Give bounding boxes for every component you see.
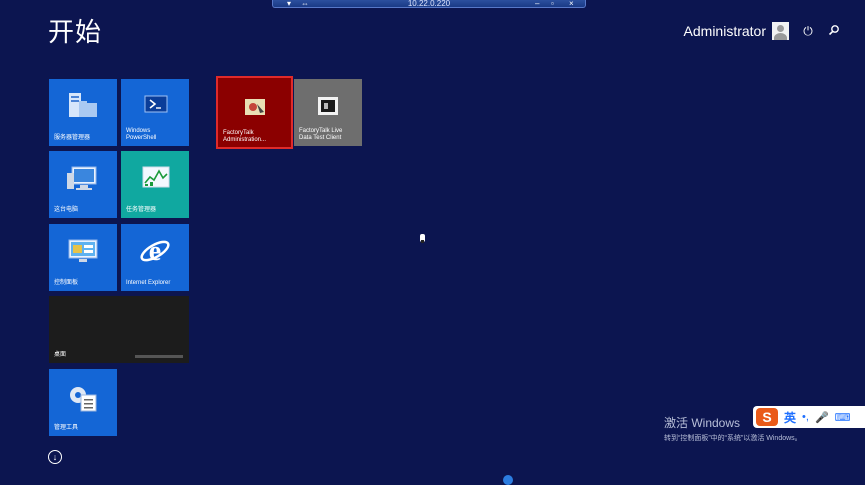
tile-label: 服务器管理器	[54, 135, 91, 141]
svg-text:e: e	[149, 236, 161, 267]
tile-label: 桌面	[54, 352, 67, 358]
tile-server-manager[interactable]: 服务器管理器	[49, 79, 117, 146]
ime-language-toggle[interactable]: 英	[784, 409, 796, 426]
desktop-taskbar-thumbnail	[135, 355, 183, 358]
tile-label: 这台电脑	[54, 207, 79, 213]
microphone-icon[interactable]: 🎤	[815, 411, 829, 424]
tile-label: 任务管理器	[126, 207, 157, 213]
all-apps-arrow-icon[interactable]: ↓	[48, 450, 62, 464]
mouse-cursor-icon	[420, 234, 425, 243]
server-manager-icon	[69, 93, 97, 117]
user-account[interactable]: Administrator	[684, 22, 789, 40]
activate-subtitle: 转到“控制面板”中的“系统”以激活 Windows。	[664, 435, 802, 442]
tile-control-panel[interactable]: 控制面板	[49, 224, 117, 291]
control-panel-icon	[68, 239, 98, 262]
tile-this-pc[interactable]: 这台电脑	[49, 151, 117, 218]
internet-explorer-icon: e	[140, 236, 170, 267]
power-icon[interactable]: ⏻	[801, 24, 815, 38]
tile-label: 控制面板	[54, 280, 79, 286]
tile-factorytalk-live-data[interactable]: FactoryTalk Live Data Test Client	[294, 79, 362, 146]
tile-internet-explorer[interactable]: e Internet Explorer	[121, 224, 189, 291]
computer-icon	[67, 166, 97, 190]
close-icon[interactable]: ×	[569, 0, 574, 8]
tile-factorytalk-administration[interactable]: FactoryTalk Administration...	[216, 76, 293, 149]
taskbar-indicator	[503, 475, 513, 485]
keyboard-icon[interactable]: ⌨	[835, 411, 851, 424]
ime-toolbar[interactable]: S 英 •, 🎤 ⌨	[753, 406, 865, 428]
tile-label: Windows PowerShell	[126, 128, 157, 141]
minimize-icon[interactable]: –	[535, 0, 539, 8]
factorytalk-live-icon	[318, 97, 338, 115]
search-icon[interactable]	[827, 24, 841, 38]
restore-icon[interactable]: ▫	[551, 0, 554, 8]
sogou-logo-icon[interactable]: S	[756, 408, 778, 426]
tile-label: Internet Explorer	[126, 280, 171, 286]
remote-desktop-bar[interactable]: ▾ ⇔ 10.22.0.220 – ▫ ×	[272, 0, 586, 8]
tile-administrative-tools[interactable]: 管理工具	[49, 369, 117, 436]
tile-label: 管理工具	[54, 425, 79, 431]
factorytalk-admin-icon	[245, 99, 265, 115]
punctuation-icon[interactable]: •,	[802, 411, 809, 423]
powershell-icon	[144, 95, 168, 113]
tile-task-manager[interactable]: 任务管理器	[121, 151, 189, 218]
avatar	[772, 22, 789, 40]
task-manager-icon	[142, 166, 170, 188]
user-name: Administrator	[683, 23, 766, 39]
tile-label: FactoryTalk Live Data Test Client	[299, 128, 343, 141]
start-screen-title: 开始	[48, 17, 103, 47]
tile-desktop[interactable]: 桌面	[49, 296, 189, 363]
administrative-tools-icon	[70, 387, 97, 412]
tile-label: FactoryTalk Administration...	[223, 130, 267, 143]
tile-powershell[interactable]: Windows PowerShell	[121, 79, 189, 146]
